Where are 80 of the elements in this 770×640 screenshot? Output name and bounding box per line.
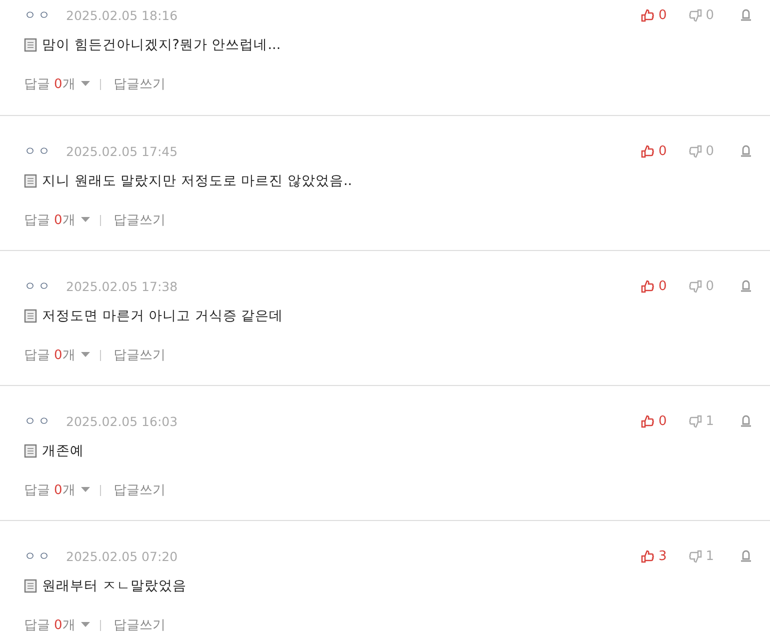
write-reply-link[interactable]: 답글쓰기 [113, 211, 166, 229]
thumbs-up-icon [641, 144, 654, 158]
caret-icon[interactable] [81, 622, 90, 628]
author-name: ㅇㅇ [24, 6, 52, 24]
report-icon[interactable] [740, 145, 752, 157]
reply-label: 답글 [24, 617, 50, 634]
reply-label: 답글 [24, 347, 50, 364]
reply-count: 0 [54, 618, 62, 632]
dislike-button[interactable]: 1 [688, 548, 714, 564]
author-name: ㅇㅇ [24, 142, 52, 160]
caret-icon[interactable] [81, 487, 90, 493]
comment-text: 저정도면 마른거 아니고 거식증 같은데 [42, 307, 284, 325]
comment-text: 맘이 힘든건아니겠지?뭔가 안쓰럽네... [42, 36, 281, 54]
dislike-button[interactable]: 0 [688, 278, 714, 294]
comment-date: 2025.02.05 17:45 [66, 144, 178, 158]
thumbs-up-icon [641, 8, 654, 22]
like-button[interactable]: 0 [641, 8, 667, 22]
like-count: 0 [658, 8, 667, 22]
like-button[interactable]: 0 [641, 278, 667, 294]
dislike-count: 1 [706, 414, 714, 428]
caret-icon[interactable] [81, 352, 90, 358]
reply-count: 0 [54, 482, 62, 498]
like-count: 0 [658, 414, 667, 428]
dislike-button[interactable]: 1 [688, 414, 714, 428]
report-icon[interactable] [740, 550, 752, 562]
comment-text: 원래부터 ㅈㄴ말랐었음 [42, 577, 186, 595]
dislike-button[interactable]: 0 [688, 144, 714, 158]
comment-text: 개존예 [42, 442, 84, 460]
comment-date: 2025.02.05 17:38 [66, 278, 178, 294]
reply-count: 0 [54, 348, 62, 362]
like-count: 0 [658, 144, 667, 158]
thumbs-down-icon [688, 280, 702, 292]
thumbs-down-icon [688, 8, 702, 22]
like-button[interactable]: 0 [641, 414, 667, 428]
document-icon [24, 309, 37, 323]
author-name: ㅇㅇ [24, 278, 52, 294]
write-reply-link[interactable]: 답글쓰기 [113, 616, 166, 634]
author-name: ㅇㅇ [24, 548, 52, 564]
dislike-count: 0 [706, 278, 714, 294]
dislike-count: 0 [706, 8, 714, 22]
reply-count: 0 [54, 212, 62, 228]
thumbs-down-icon [688, 414, 702, 428]
write-reply-link[interactable]: 답글쓰기 [113, 75, 166, 93]
thumbs-up-icon [641, 550, 654, 562]
reply-label: 답글 [24, 76, 50, 93]
thumbs-up-icon [641, 414, 654, 428]
thumbs-down-icon [688, 550, 702, 562]
comment-text: 지니 원래도 말랐지만 저정도로 마르진 않았었음.. [42, 172, 352, 190]
document-icon [24, 444, 37, 458]
reply-unit: 개 [62, 76, 76, 93]
reply-unit: 개 [62, 347, 76, 364]
like-count: 0 [658, 278, 667, 294]
report-icon[interactable] [740, 280, 752, 292]
thumbs-down-icon [688, 144, 702, 158]
like-button[interactable]: 3 [641, 548, 667, 564]
comment-date: 2025.02.05 16:03 [66, 414, 178, 428]
dislike-count: 1 [706, 548, 714, 564]
reply-label: 답글 [24, 482, 50, 499]
dislike-count: 0 [706, 144, 714, 158]
dislike-button[interactable]: 0 [688, 8, 714, 22]
reply-unit: 개 [62, 212, 76, 229]
thumbs-up-icon [641, 280, 654, 292]
report-icon[interactable] [740, 415, 752, 427]
reply-unit: 개 [62, 617, 76, 634]
report-icon[interactable] [740, 9, 752, 21]
caret-icon[interactable] [81, 217, 90, 223]
document-icon [24, 174, 37, 188]
caret-icon[interactable] [81, 81, 90, 87]
write-reply-link[interactable]: 답글쓰기 [113, 346, 166, 364]
reply-count: 0 [54, 76, 62, 92]
like-count: 3 [658, 548, 667, 564]
document-icon [24, 38, 37, 52]
reply-label: 답글 [24, 212, 50, 229]
document-icon [24, 579, 37, 593]
reply-unit: 개 [62, 482, 76, 499]
comment-date: 2025.02.05 18:16 [66, 8, 178, 22]
like-button[interactable]: 0 [641, 144, 667, 158]
write-reply-link[interactable]: 답글쓰기 [113, 481, 166, 499]
author-name: ㅇㅇ [24, 412, 52, 430]
comment-date: 2025.02.05 07:20 [66, 548, 178, 564]
